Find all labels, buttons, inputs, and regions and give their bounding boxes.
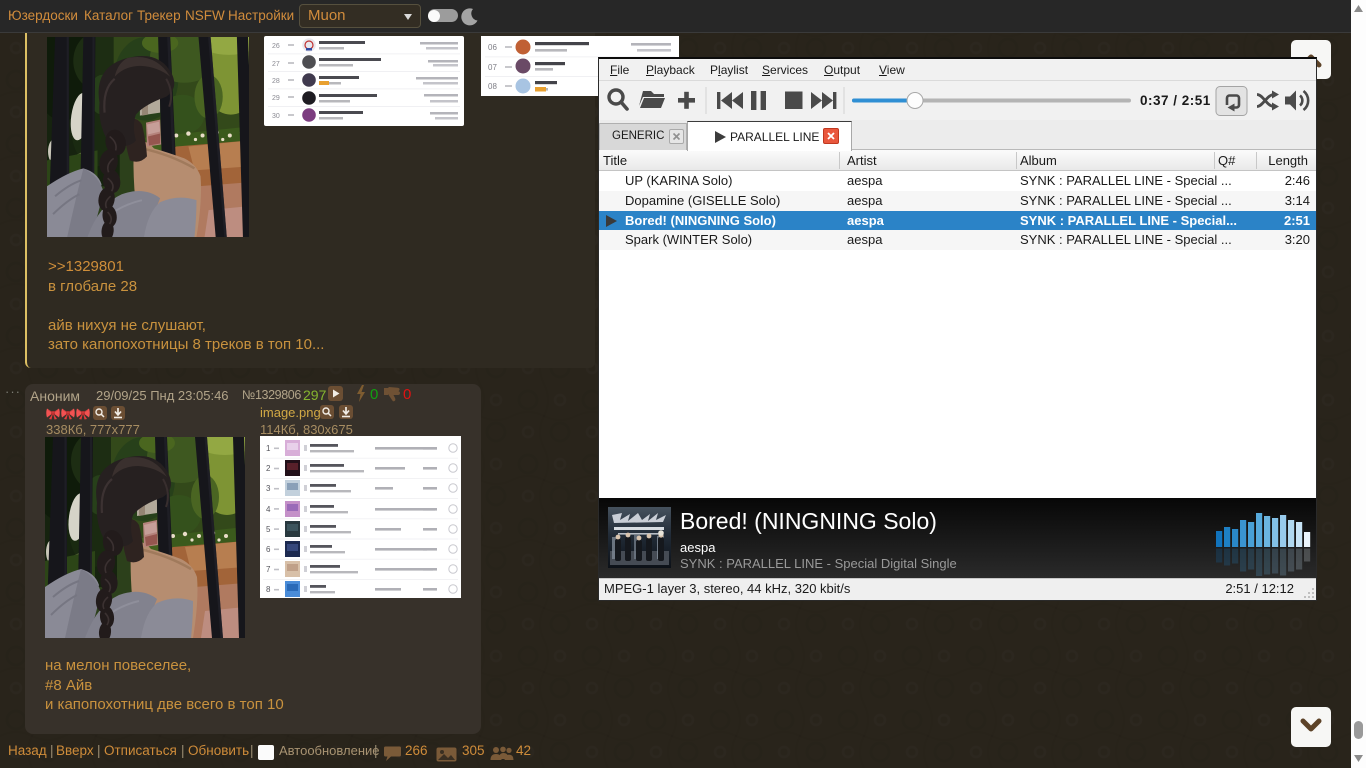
svg-text:8: 8 <box>266 585 271 594</box>
svg-text:30: 30 <box>272 113 280 120</box>
svg-text:4: 4 <box>266 505 271 514</box>
svg-text:2: 2 <box>266 464 271 473</box>
svg-text:3: 3 <box>266 484 271 493</box>
svg-text:1: 1 <box>266 444 271 453</box>
svg-text:29: 29 <box>272 95 280 102</box>
svg-text:6: 6 <box>266 545 271 554</box>
svg-text:28: 28 <box>272 78 280 85</box>
svg-text:5: 5 <box>266 525 271 534</box>
svg-text:06: 06 <box>488 43 497 52</box>
svg-text:7: 7 <box>266 565 271 574</box>
svg-text:08: 08 <box>488 82 497 91</box>
svg-text:07: 07 <box>488 63 497 72</box>
svg-text:0:37 / 2:51: 0:37 / 2:51 <box>1140 93 1211 108</box>
svg-text:26: 26 <box>272 43 280 50</box>
svg-text:27: 27 <box>272 61 280 68</box>
